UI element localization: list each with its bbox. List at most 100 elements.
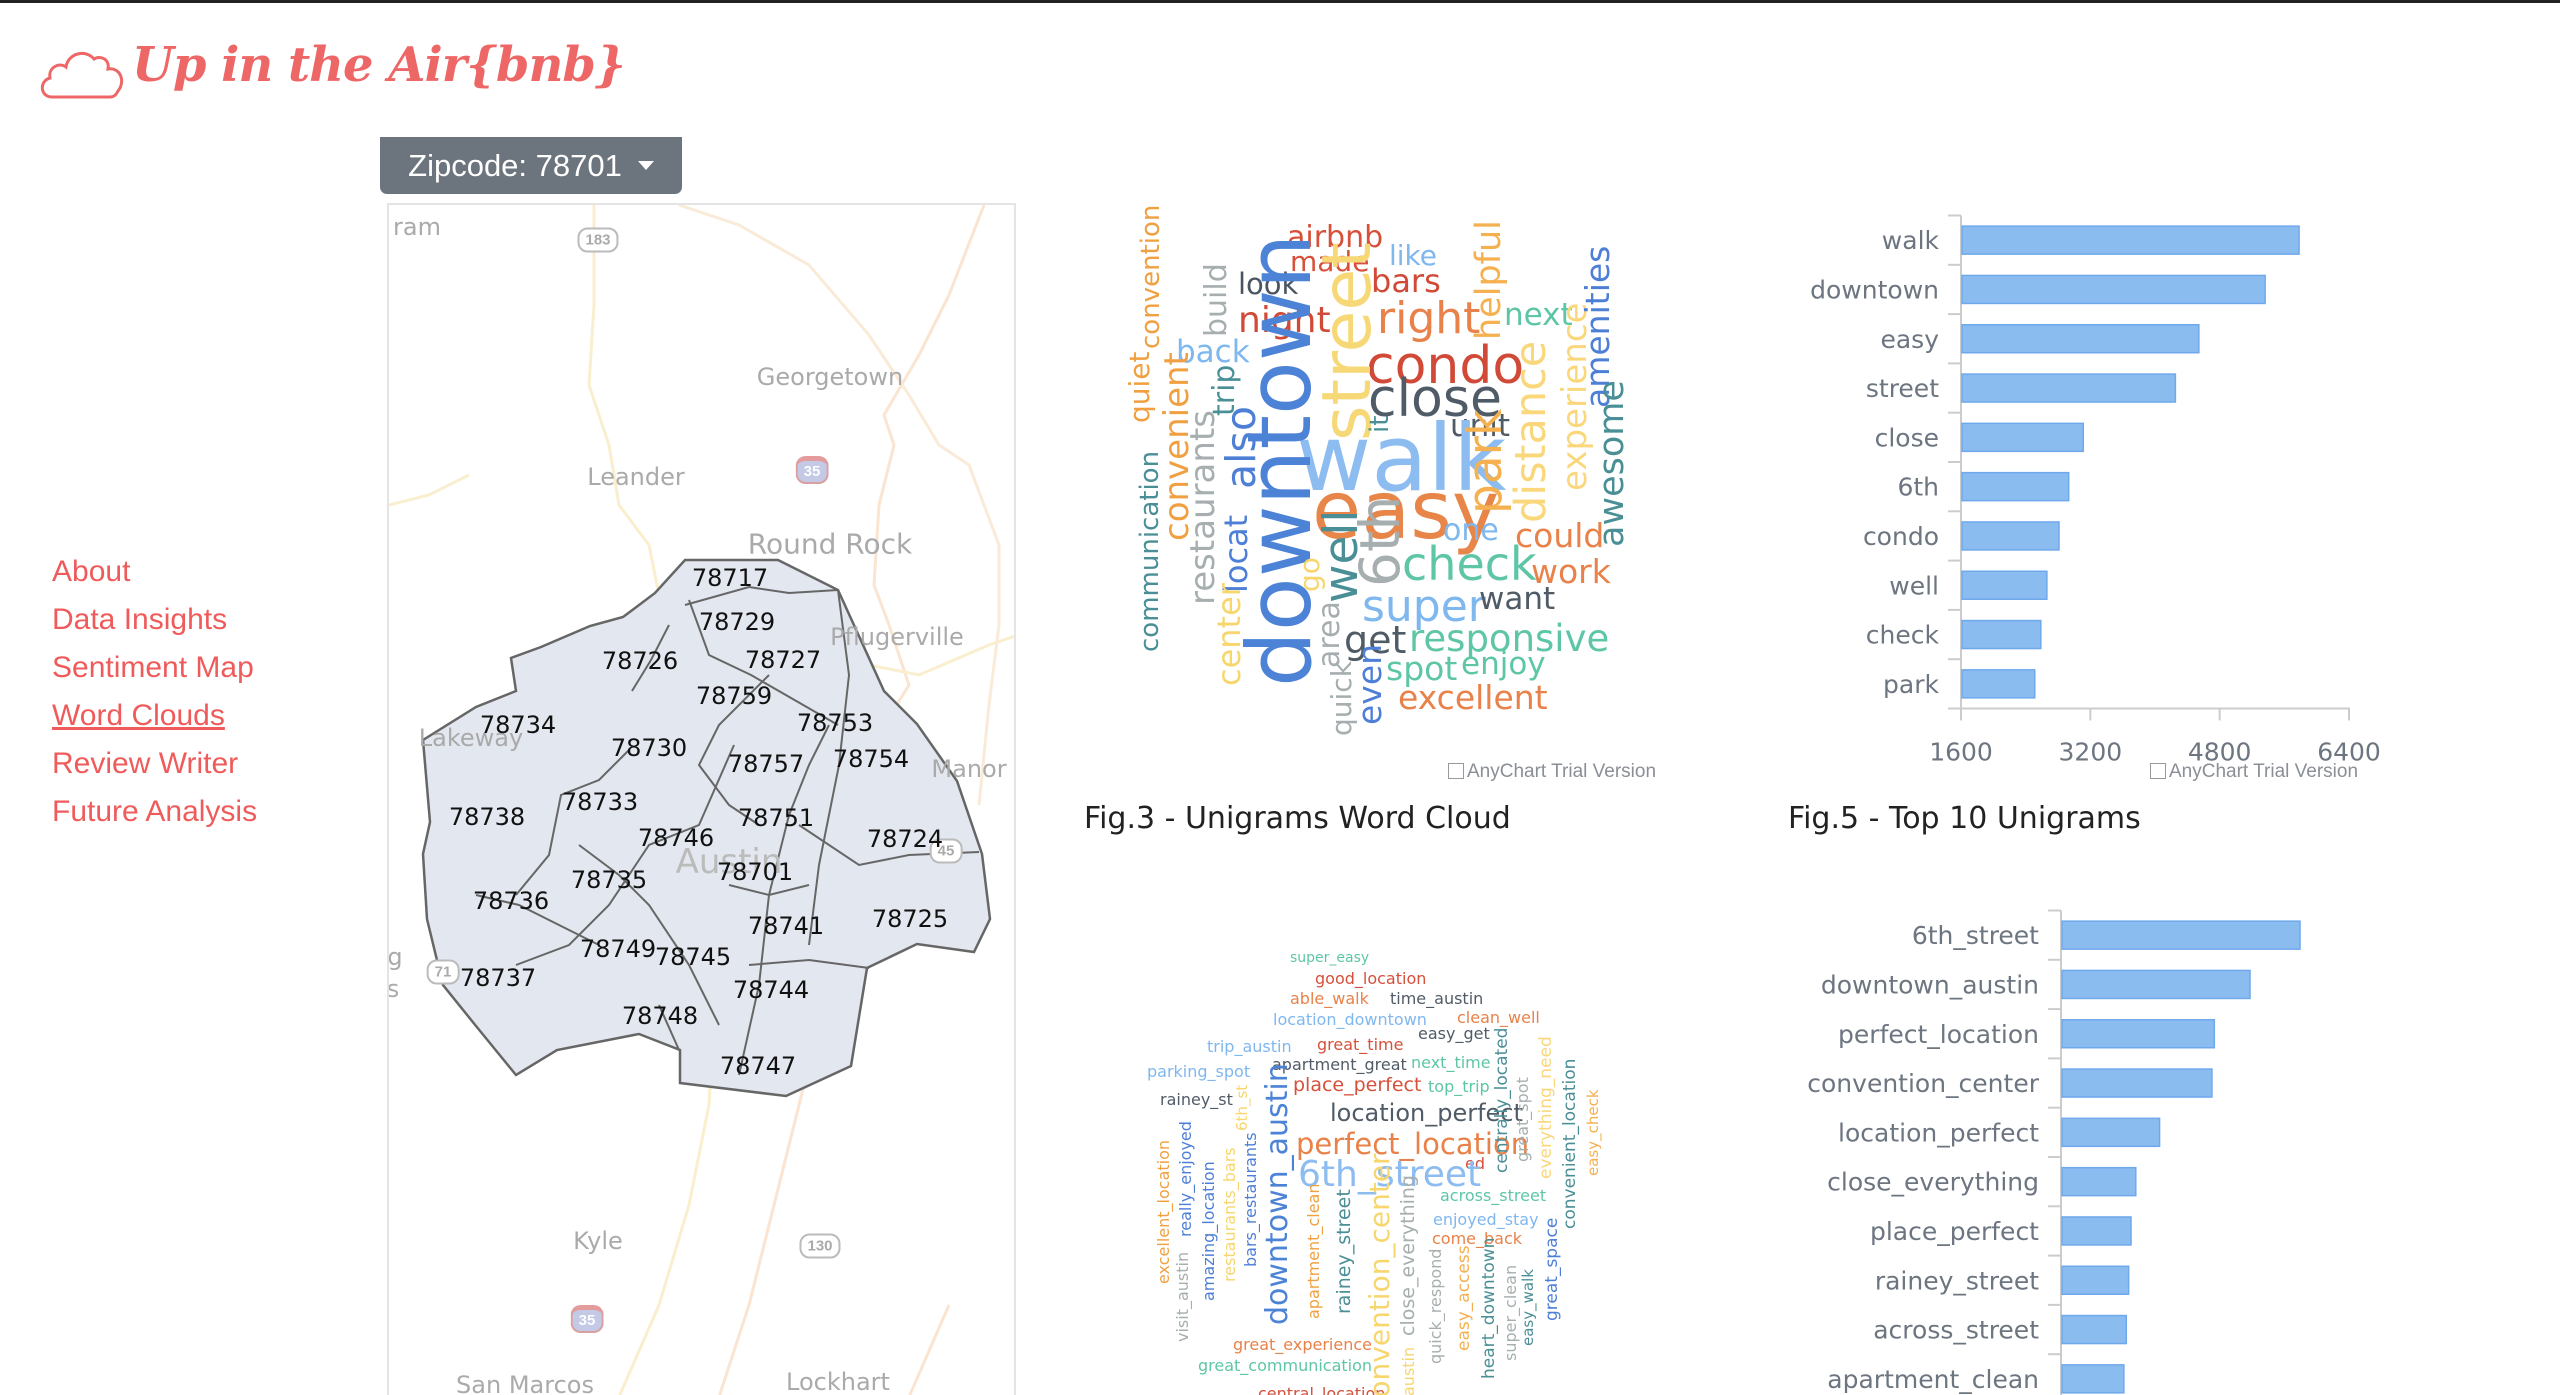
cloud-word[interactable]: everything_need xyxy=(1536,1036,1556,1179)
zipcode-label[interactable]: 78735 xyxy=(571,866,647,894)
cloud-word[interactable]: 6th_st xyxy=(1233,1085,1251,1131)
zipcode-label[interactable]: 78754 xyxy=(833,745,909,773)
anychart-credit-bar[interactable]: AnyChart Trial Version xyxy=(2150,761,2358,783)
cloud-word[interactable]: top_trip xyxy=(1428,1079,1490,1095)
bar-perfect_location[interactable] xyxy=(2061,1019,2216,1049)
cloud-word[interactable]: park xyxy=(1458,409,1513,514)
cloud-word[interactable]: quick_respond xyxy=(1426,1249,1445,1364)
cloud-word[interactable]: right xyxy=(1377,297,1480,341)
zipcode-label[interactable]: 78757 xyxy=(728,750,804,778)
bar-convention_center[interactable] xyxy=(2061,1068,2213,1098)
cloud-word[interactable]: easy_get xyxy=(1418,1026,1490,1042)
bar-easy[interactable] xyxy=(1961,324,2200,354)
cloud-word[interactable]: rainey_street xyxy=(1333,1189,1355,1314)
bar-park[interactable] xyxy=(1961,669,2036,699)
sidebar-item-sentiment-map[interactable]: Sentiment Map xyxy=(52,651,254,685)
cloud-word[interactable]: awesome xyxy=(1592,380,1632,547)
sidebar-item-future-analysis[interactable]: Future Analysis xyxy=(52,795,257,829)
cloud-word[interactable]: centrally_located xyxy=(1492,1028,1512,1173)
cloud-word[interactable]: visit_austin xyxy=(1173,1252,1192,1342)
cloud-word[interactable]: location_downtown xyxy=(1273,1012,1427,1028)
cloud-word[interactable]: street xyxy=(1308,242,1387,441)
bigram-word-cloud[interactable]: super_easy good_location able_walk time_aus… xyxy=(1130,933,1610,1395)
cloud-word[interactable]: really_enjoyed xyxy=(1176,1121,1195,1237)
cloud-word[interactable]: area xyxy=(1312,601,1347,668)
cloud-word[interactable]: austin xyxy=(1399,1347,1418,1395)
map-canvas[interactable] xyxy=(389,205,1016,1395)
cloud-word[interactable]: place_perfect xyxy=(1293,1076,1421,1095)
sidebar-item-about[interactable]: About xyxy=(52,555,130,589)
cloud-word[interactable]: enjoyed_stay xyxy=(1433,1212,1539,1228)
zipcode-label[interactable]: 78730 xyxy=(611,734,687,762)
cloud-word[interactable]: able_walk xyxy=(1290,991,1369,1007)
bar-street[interactable] xyxy=(1961,373,2177,403)
bar-downtown_austin[interactable] xyxy=(2061,969,2251,1000)
zipcode-label[interactable]: 78749 xyxy=(580,935,656,963)
bar-condo[interactable] xyxy=(1961,521,2060,551)
zipcode-label[interactable]: 78741 xyxy=(748,912,824,940)
cloud-word[interactable]: restaurants xyxy=(1183,410,1223,605)
cloud-word[interactable]: close_everything xyxy=(1397,1175,1419,1336)
bar-well[interactable] xyxy=(1961,570,2048,600)
cloud-word[interactable]: come_back xyxy=(1432,1231,1522,1247)
zipcode-label[interactable]: 78744 xyxy=(733,976,809,1004)
zipcode-label[interactable]: 78725 xyxy=(872,905,948,933)
zipcode-label[interactable]: 78724 xyxy=(867,825,943,853)
bar-walk[interactable] xyxy=(1961,225,2300,255)
cloud-word[interactable]: bars_restaurants xyxy=(1241,1132,1260,1267)
zipcode-label[interactable]: 78747 xyxy=(720,1052,796,1080)
zipcode-label[interactable]: 78748 xyxy=(622,1002,698,1030)
bar-apartment_clean[interactable] xyxy=(2061,1364,2125,1394)
sidebar-item-data-insights[interactable]: Data Insights xyxy=(52,603,227,637)
zipcode-map[interactable]: ram Georgetown Leander Round Rock Pflugervil… xyxy=(387,203,1016,1395)
cloud-word[interactable]: amazing_location xyxy=(1199,1161,1218,1301)
unigram-word-cloud[interactable]: airbnb made like bars look night right next back… xyxy=(1120,203,1680,763)
zipcode-label[interactable]: 78729 xyxy=(699,608,775,636)
cloud-word[interactable]: helpful xyxy=(1469,220,1509,340)
bar-6th_street[interactable] xyxy=(2061,920,2301,950)
cloud-word[interactable]: excellent_location xyxy=(1154,1140,1173,1284)
cloud-word[interactable]: it xyxy=(1365,416,1395,433)
bar-rainey_street[interactable] xyxy=(2061,1265,2130,1295)
cloud-word[interactable]: next_time xyxy=(1411,1055,1491,1071)
top-bigrams-bar-chart[interactable]: 6th_street downtown_austin perfect_locatio… xyxy=(1760,883,2400,1395)
cloud-word[interactable]: great_time xyxy=(1317,1037,1403,1053)
zipcode-label[interactable]: 78753 xyxy=(797,709,873,737)
cloud-word[interactable]: distance xyxy=(1506,341,1556,523)
cloud-word[interactable]: good_location xyxy=(1315,971,1426,987)
cloud-word[interactable]: convenient_location xyxy=(1560,1059,1580,1229)
cloud-word[interactable]: convention xyxy=(1136,205,1166,349)
cloud-word[interactable]: want xyxy=(1479,584,1555,615)
cloud-word[interactable]: great_communication xyxy=(1198,1358,1372,1374)
cloud-word[interactable]: across_street xyxy=(1440,1188,1546,1204)
cloud-word[interactable]: enjoy xyxy=(1461,649,1546,680)
sidebar-item-review-writer[interactable]: Review Writer xyxy=(52,747,238,781)
bar-6th[interactable] xyxy=(1961,471,2070,502)
cloud-word[interactable]: convention_center xyxy=(1363,1153,1396,1395)
zipcode-label[interactable]: 78759 xyxy=(696,682,772,710)
zipcode-label[interactable]: 78737 xyxy=(460,964,536,992)
bar-location_perfect[interactable] xyxy=(2061,1117,2161,1148)
bar-check[interactable] xyxy=(1961,619,2042,650)
bar-downtown[interactable] xyxy=(1961,274,2266,305)
cloud-word[interactable]: easy_check xyxy=(1584,1089,1602,1176)
bar-across_street[interactable] xyxy=(2061,1314,2128,1345)
cloud-word[interactable]: parking_spot xyxy=(1147,1064,1250,1080)
cloud-word[interactable]: easy_walk xyxy=(1519,1269,1537,1346)
cloud-word[interactable]: 6th xyxy=(1348,496,1412,587)
bar-place_perfect[interactable] xyxy=(2061,1216,2132,1246)
zipcode-label[interactable]: 78726 xyxy=(602,647,678,675)
cloud-word[interactable]: super_easy xyxy=(1290,951,1369,965)
top-unigrams-bar-chart[interactable]: walk downtown easy street close 6th condo well c… xyxy=(1760,203,2400,803)
cloud-word[interactable]: easy_access xyxy=(1454,1245,1474,1351)
cloud-word[interactable]: downtown_austin xyxy=(1260,1063,1295,1325)
cloud-word[interactable]: quiet xyxy=(1123,351,1156,423)
cloud-word[interactable]: heart_downtown xyxy=(1479,1238,1499,1379)
zipcode-label[interactable]: 78738 xyxy=(449,803,525,831)
cloud-word[interactable]: time_austin xyxy=(1390,991,1483,1007)
zipcode-label[interactable]: 78734 xyxy=(480,711,556,739)
zipcode-label[interactable]: 78733 xyxy=(562,788,638,816)
cloud-word[interactable]: trip_austin xyxy=(1207,1039,1292,1055)
cloud-word[interactable]: apartment_clean xyxy=(1304,1184,1323,1320)
cloud-word[interactable]: rainey_st xyxy=(1160,1092,1233,1108)
